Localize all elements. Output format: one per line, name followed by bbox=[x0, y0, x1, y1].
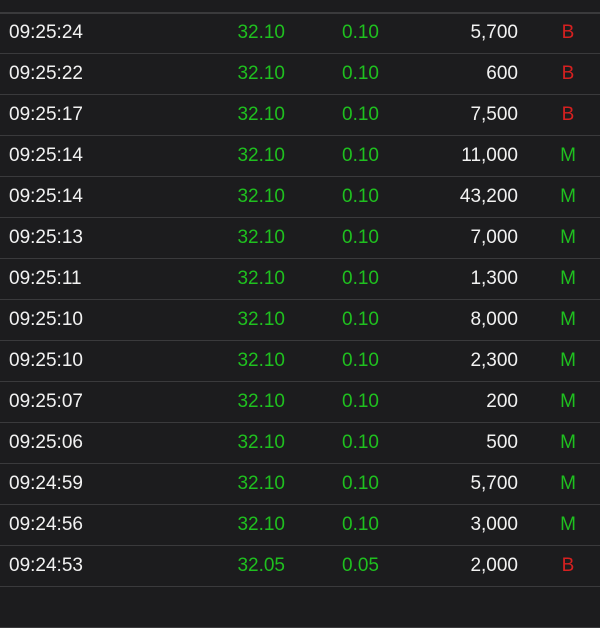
trade-volume: 11,000 bbox=[461, 145, 518, 166]
trade-row[interactable]: 09:25:11 32.10 0.10 1,300 M bbox=[0, 259, 600, 300]
trade-price: 32.10 bbox=[237, 514, 285, 535]
trade-price: 32.10 bbox=[237, 104, 285, 125]
trade-change: 0.10 bbox=[342, 309, 379, 330]
trade-row[interactable]: 09:25:10 32.10 0.10 2,300 M bbox=[0, 341, 600, 382]
trade-time: 09:25:06 bbox=[9, 432, 83, 453]
trade-row[interactable]: 09:25:24 32.10 0.10 5,700 B bbox=[0, 13, 600, 54]
trade-side-badge: M bbox=[560, 268, 576, 289]
trade-volume: 5,700 bbox=[470, 22, 518, 43]
trade-list[interactable]: 09:25:24 32.10 0.10 5,700 B 09:25:22 32.10 0.10… bbox=[0, 0, 600, 628]
trade-side-badge: M bbox=[560, 309, 576, 330]
trade-change: 0.05 bbox=[342, 555, 379, 576]
trade-change: 0.10 bbox=[342, 432, 379, 453]
trade-side-badge: M bbox=[560, 473, 576, 494]
trade-time: 09:25:14 bbox=[9, 186, 83, 207]
trade-time: 09:25:07 bbox=[9, 391, 83, 412]
trade-change: 0.10 bbox=[342, 22, 379, 43]
trade-price: 32.10 bbox=[237, 391, 285, 412]
trade-row[interactable] bbox=[0, 587, 600, 628]
trade-side-badge: M bbox=[560, 432, 576, 453]
trade-row[interactable]: 09:25:14 32.10 0.10 11,000 M bbox=[0, 136, 600, 177]
trade-time: 09:25:13 bbox=[9, 227, 83, 248]
trade-volume: 7,500 bbox=[470, 104, 518, 125]
trade-price: 32.10 bbox=[237, 309, 285, 330]
trade-side-badge: M bbox=[560, 350, 576, 371]
trade-volume: 2,300 bbox=[470, 350, 518, 371]
trade-volume: 500 bbox=[486, 432, 518, 453]
trade-time: 09:25:11 bbox=[9, 268, 82, 289]
trade-volume: 8,000 bbox=[470, 309, 518, 330]
trade-change: 0.10 bbox=[342, 63, 379, 84]
trade-change: 0.10 bbox=[342, 514, 379, 535]
trade-change: 0.10 bbox=[342, 391, 379, 412]
trade-row[interactable]: 09:24:59 32.10 0.10 5,700 M bbox=[0, 464, 600, 505]
trade-row[interactable]: 09:25:22 32.10 0.10 600 B bbox=[0, 54, 600, 95]
trade-time: 09:24:53 bbox=[9, 555, 83, 576]
trade-row[interactable]: 09:25:07 32.10 0.10 200 M bbox=[0, 382, 600, 423]
trade-price: 32.10 bbox=[237, 227, 285, 248]
trade-change: 0.10 bbox=[342, 350, 379, 371]
trade-price: 32.10 bbox=[237, 63, 285, 84]
trade-time: 09:24:59 bbox=[9, 473, 83, 494]
trade-side-badge bbox=[560, 587, 576, 627]
trade-price: 32.10 bbox=[237, 186, 285, 207]
trade-side-badge: B bbox=[561, 555, 575, 576]
trade-price: 32.10 bbox=[237, 22, 285, 43]
trade-volume: 600 bbox=[486, 63, 518, 84]
trade-side-badge: B bbox=[561, 22, 575, 43]
trade-row[interactable]: 09:25:06 32.10 0.10 500 M bbox=[0, 423, 600, 464]
trade-price: 32.10 bbox=[237, 432, 285, 453]
trade-side-badge: M bbox=[560, 227, 576, 248]
trade-time: 09:25:14 bbox=[9, 145, 83, 166]
trade-change: 0.10 bbox=[342, 104, 379, 125]
trade-volume: 200 bbox=[486, 391, 518, 412]
trade-price: 32.05 bbox=[237, 555, 285, 576]
trade-change: 0.10 bbox=[342, 186, 379, 207]
trade-side-badge: M bbox=[560, 186, 576, 207]
trade-side-badge: M bbox=[560, 514, 576, 535]
trade-time: 09:24:56 bbox=[9, 514, 83, 535]
trade-side-badge: B bbox=[561, 63, 575, 84]
trade-volume: 5,700 bbox=[470, 473, 518, 494]
trade-change: 0.10 bbox=[342, 227, 379, 248]
trade-row[interactable]: 09:24:53 32.05 0.05 2,000 B bbox=[0, 546, 600, 587]
trade-time: 09:25:10 bbox=[9, 309, 83, 330]
trade-volume: 2,000 bbox=[470, 555, 518, 576]
trade-time: 09:25:24 bbox=[9, 22, 83, 43]
trade-change: 0.10 bbox=[342, 145, 379, 166]
trade-price: 32.10 bbox=[237, 350, 285, 371]
trade-price: 32.10 bbox=[237, 145, 285, 166]
trade-row[interactable]: 09:25:10 32.10 0.10 8,000 M bbox=[0, 300, 600, 341]
trade-change: 0.10 bbox=[342, 268, 379, 289]
trade-time: 09:25:10 bbox=[9, 350, 83, 371]
trade-volume: 7,000 bbox=[470, 227, 518, 248]
trade-volume: 3,000 bbox=[470, 514, 518, 535]
trade-row[interactable] bbox=[0, 0, 600, 13]
trade-volume: 43,200 bbox=[459, 186, 518, 207]
trade-row[interactable]: 09:25:13 32.10 0.10 7,000 M bbox=[0, 218, 600, 259]
trade-row[interactable]: 09:25:17 32.10 0.10 7,500 B bbox=[0, 95, 600, 136]
trade-side-badge: B bbox=[561, 104, 575, 125]
trade-time: 09:25:22 bbox=[9, 63, 83, 84]
trade-volume: 1,300 bbox=[470, 268, 518, 289]
trade-side-badge: M bbox=[560, 391, 576, 412]
trade-side-badge: M bbox=[560, 145, 576, 166]
trade-time: 09:25:17 bbox=[9, 104, 83, 125]
trade-row[interactable]: 09:24:56 32.10 0.10 3,000 M bbox=[0, 505, 600, 546]
trade-price: 32.10 bbox=[237, 473, 285, 494]
trade-price: 32.10 bbox=[237, 268, 285, 289]
trade-change: 0.10 bbox=[342, 473, 379, 494]
trade-side-badge bbox=[560, 0, 576, 12]
trade-row[interactable]: 09:25:14 32.10 0.10 43,200 M bbox=[0, 177, 600, 218]
